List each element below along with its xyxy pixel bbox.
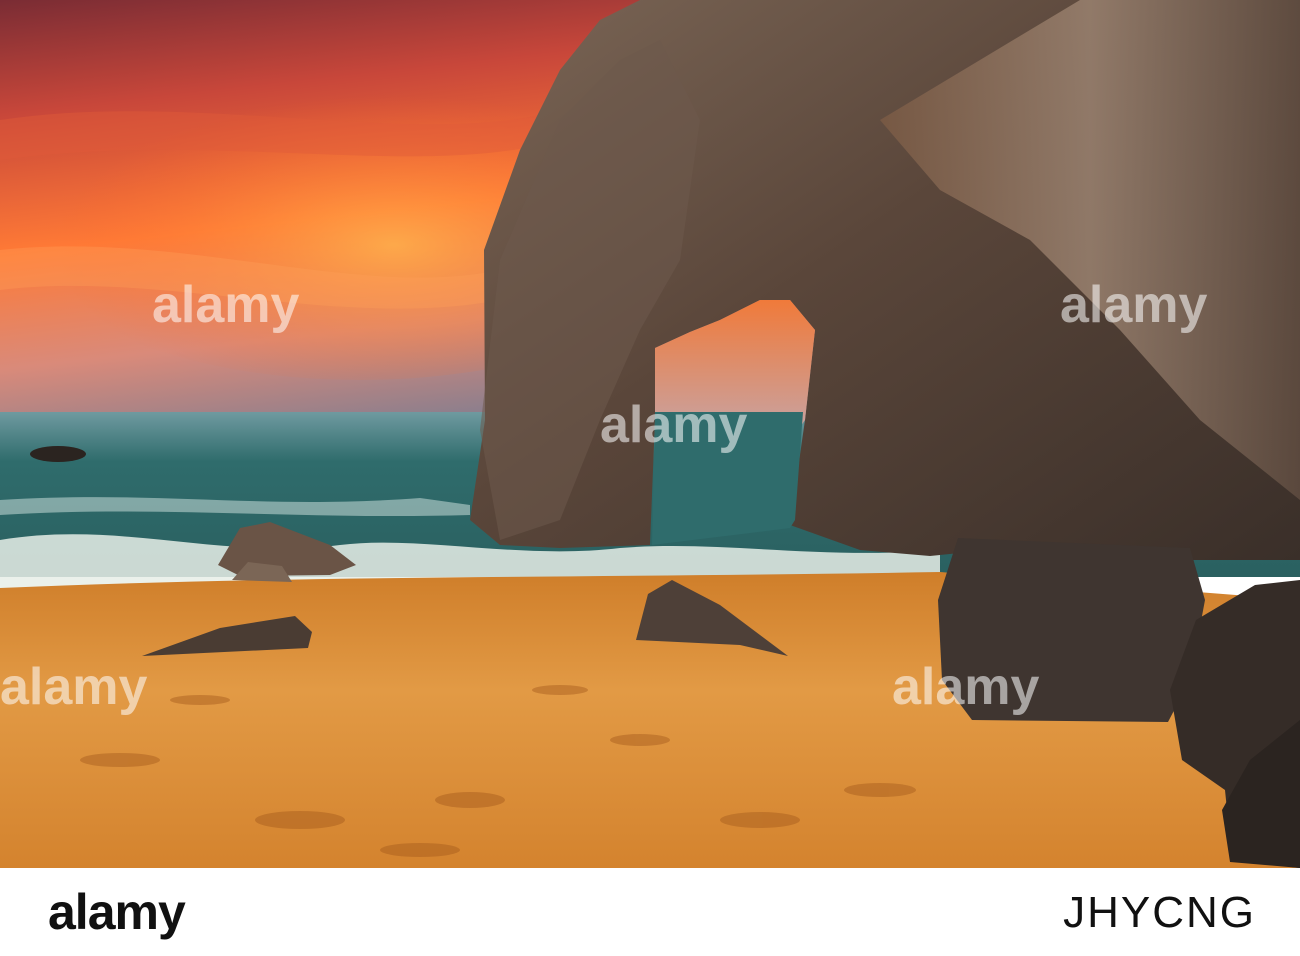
photo-sea-arch-beach-sunset: alamy alamy alamy alamy alamy xyxy=(0,0,1300,868)
watermark-text: alamy xyxy=(600,396,748,454)
watermark-text: alamy xyxy=(0,658,148,716)
stock-photo-frame: alamy alamy alamy alamy alamy alamy JHYC… xyxy=(0,0,1300,956)
image-id: JHYCNG xyxy=(1063,888,1256,937)
watermark-text: alamy xyxy=(892,658,1040,716)
stock-footer-bar: alamy JHYCNG xyxy=(0,868,1300,956)
sea-rock xyxy=(30,446,86,462)
watermark-text: alamy xyxy=(152,276,300,334)
alamy-logo: alamy xyxy=(48,884,186,940)
watermark-text: alamy xyxy=(1060,276,1208,334)
